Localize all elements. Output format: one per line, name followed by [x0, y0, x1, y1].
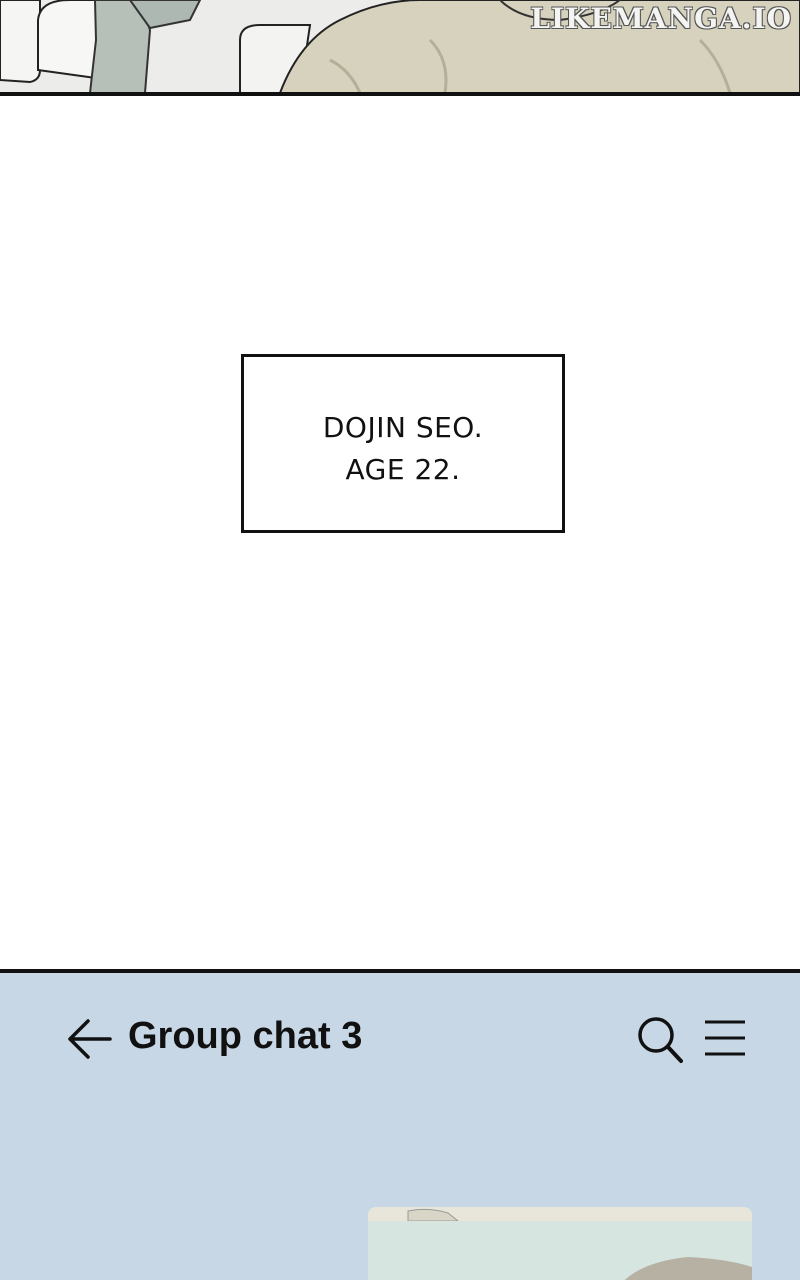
chat-title: Group chat 3 [128, 1015, 363, 1057]
chat-panel: Group chat 3 [0, 973, 800, 1280]
panel-divider [0, 92, 800, 96]
chat-header: Group chat 3 [0, 973, 800, 1103]
caption-box: DOJIN SEO. AGE 22. [241, 354, 565, 533]
illustration-panel-top: LIKEMANGA.IO [0, 0, 800, 93]
chat-image-message[interactable] [368, 1207, 752, 1280]
watermark-text: LIKEMANGA.IO [530, 2, 792, 35]
search-icon[interactable] [636, 1016, 684, 1064]
chat-image-art [368, 1207, 752, 1280]
hamburger-menu-icon[interactable] [703, 1019, 747, 1057]
arrow-left-icon[interactable] [66, 1018, 112, 1060]
caption-age: AGE 22. [345, 452, 461, 486]
caption-name: DOJIN SEO. [322, 410, 484, 444]
